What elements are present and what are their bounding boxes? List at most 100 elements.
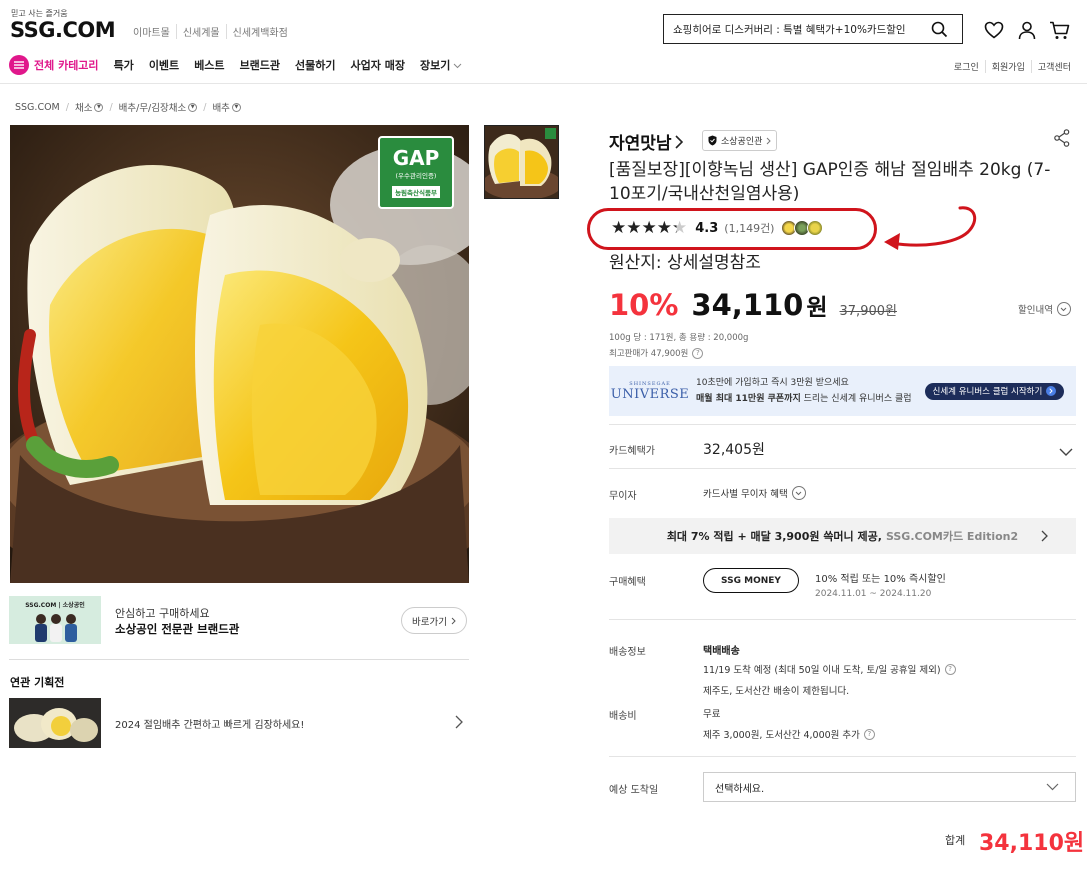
- user-icon: [1018, 21, 1036, 39]
- nav-item-brand[interactable]: 브랜드관: [240, 57, 280, 73]
- mypage-button[interactable]: [1016, 19, 1038, 41]
- chevron-right-icon: [674, 134, 683, 149]
- chevron-right-icon: [1041, 530, 1048, 542]
- all-category-button[interactable]: 전체 카테고리: [9, 55, 99, 75]
- util-links: 로그인 회원가입 고객센터: [948, 60, 1077, 73]
- nav-item-event[interactable]: 이벤트: [149, 57, 179, 73]
- signup-link[interactable]: 회원가입: [984, 60, 1031, 73]
- mall-link-department[interactable]: 신세계백화점: [225, 24, 294, 39]
- brand-name-link[interactable]: 자연맛남: [609, 129, 683, 154]
- breadcrumb-cabbage-radish[interactable]: 배추/무/김장채소 ▼: [119, 100, 198, 114]
- total-label: 합계: [945, 834, 966, 847]
- chevron-right-icon: [451, 617, 456, 624]
- original-price: 37,900원: [839, 304, 897, 319]
- header-divider: [0, 83, 1087, 84]
- ssg-money-button[interactable]: SSG MONEY: [703, 568, 799, 593]
- related-promo-arrow[interactable]: [455, 714, 463, 733]
- discount-rate: 10%: [609, 288, 679, 322]
- breadcrumb-cabbage[interactable]: 배추 ▼: [212, 100, 241, 114]
- universe-line2: 매월 최대 11만원 쿠폰까지 드리는 신세계 유니버스 클럽: [696, 391, 912, 407]
- cart-button[interactable]: [1048, 19, 1070, 41]
- banner-title: 소상공인 전문관 브랜드관: [115, 622, 240, 636]
- shipping-type: 택배배송: [703, 646, 740, 657]
- breadcrumb-cabbage-label: 배추: [212, 103, 230, 114]
- no-interest-button[interactable]: 카드사별 무이자 혜택: [703, 486, 806, 500]
- mall-links: 이마트몰 신세계몰 신세계백화점: [133, 24, 294, 39]
- chevron-right-icon: [1046, 386, 1057, 396]
- ssg-logo[interactable]: SSG.COM: [10, 18, 116, 42]
- mall-link-emart[interactable]: 이마트몰: [133, 24, 176, 39]
- nav-item-grocery-label: 장보기: [419, 59, 451, 72]
- chevron-down-icon: [1059, 448, 1073, 456]
- go-button-label: 바로가기: [412, 616, 447, 628]
- small-business-badge[interactable]: 소상공인관: [702, 130, 778, 151]
- product-main-image: GAP (우수관리인증) 농림축산식품부: [10, 125, 469, 583]
- gap-badge-org: 농림축산식품부: [392, 186, 440, 198]
- chevron-down-icon: [1046, 783, 1059, 791]
- chevron-down-icon: ▼: [188, 102, 198, 112]
- chevron-down-icon: ▼: [94, 102, 104, 112]
- customer-center-link[interactable]: 고객센터: [1030, 60, 1077, 73]
- go-to-brand-button[interactable]: 바로가기: [401, 607, 467, 634]
- arrival-date-select-value: 선택하세요.: [715, 783, 765, 795]
- universe-club-banner[interactable]: SHINSEGAE UNIVERSE 10초만에 가입하고 즉시 3만원 받으세…: [609, 366, 1076, 416]
- search-button[interactable]: [922, 15, 956, 43]
- discount-detail-button[interactable]: 할인내역: [1018, 302, 1071, 316]
- no-interest-label: 무이자: [609, 491, 637, 502]
- people-illustration-icon: [35, 614, 77, 642]
- arrival-date-select[interactable]: 선택하세요.: [703, 772, 1076, 802]
- main-nav: 전체 카테고리 특가 이벤트 베스트 브랜드관 선물하기 사업자 매장 장보기: [9, 54, 462, 76]
- related-promo-image[interactable]: [9, 698, 101, 748]
- nav-item-gift[interactable]: 선물하기: [295, 57, 335, 73]
- shipping-restriction: 제주도, 도서산간 배송이 제한됩니다.: [703, 686, 850, 697]
- wishlist-button[interactable]: [983, 19, 1005, 41]
- breadcrumb-home[interactable]: SSG.COM: [15, 102, 60, 113]
- no-interest-value: 카드사별 무이자 혜택: [703, 489, 788, 500]
- divider: [9, 659, 469, 660]
- sale-price: 34,110: [691, 288, 804, 322]
- mall-link-shinsegae[interactable]: 신세계몰: [175, 24, 226, 39]
- question-icon[interactable]: ?: [692, 347, 704, 359]
- breadcrumb-vegetable[interactable]: 채소 ▼: [75, 100, 104, 114]
- chevron-down-icon: ▼: [231, 102, 241, 112]
- universe-line1: 10초만에 가입하고 즉시 3만원 받으세요: [696, 378, 849, 388]
- nav-item-best[interactable]: 베스트: [194, 57, 224, 73]
- nav-item-grocery[interactable]: 장보기: [420, 57, 462, 73]
- max-price: 최고판매가 47,900원 ?: [609, 347, 704, 359]
- product-thumbnail[interactable]: [484, 125, 559, 199]
- share-button[interactable]: [1054, 129, 1070, 151]
- card-benefit-expand[interactable]: [1059, 442, 1073, 461]
- max-price-text: 최고판매가 47,900원: [609, 349, 689, 359]
- chevron-down-icon: [1056, 302, 1071, 316]
- card-benefit-price: 32,405원: [703, 442, 765, 458]
- brand-name: 자연맛남: [609, 134, 672, 154]
- price-unit: 원: [806, 295, 828, 321]
- universe-line2-bold: 매월 최대 11만원 쿠폰까지: [696, 394, 801, 404]
- question-icon[interactable]: ?: [944, 663, 956, 675]
- breadcrumb-cabbage-radish-label: 배추/무/김장채소: [118, 103, 187, 114]
- nav-item-deal[interactable]: 특가: [114, 57, 134, 73]
- cart-icon: [1049, 21, 1069, 39]
- breadcrumb: SSG.COM / 채소 ▼ / 배추/무/김장채소 ▼ / 배추 ▼: [15, 100, 241, 114]
- shipping-fee-extra-text: 제주 3,000원, 도서산간 4,000원 추가: [703, 730, 860, 741]
- login-link[interactable]: 로그인: [948, 60, 985, 73]
- nav-item-business[interactable]: 사업자 매장: [351, 57, 405, 73]
- shipping-eta-text: 11/19 도착 예정 (최대 50일 이내 도착, 토/일 공휴일 제외): [703, 665, 941, 676]
- search-input[interactable]: [664, 23, 922, 35]
- banner-subtitle: 안심하고 구매하세요: [115, 607, 210, 620]
- unit-price: 100g 당 : 171원, 총 용량 : 20,000g: [609, 333, 749, 343]
- shipping-info-label: 배송정보: [609, 647, 646, 658]
- question-icon[interactable]: ?: [863, 728, 875, 740]
- divider: [609, 424, 1076, 425]
- universe-start-button[interactable]: 신세계 유니버스 클럽 시작하기: [924, 382, 1065, 400]
- related-promo-title: 연관 기획전: [10, 676, 65, 689]
- small-business-banner-image[interactable]: SSG.COM | 소상공인: [9, 596, 101, 644]
- purchase-benefit-text: 10% 적립 또는 10% 즉시할인: [815, 574, 946, 585]
- total-price: 34,110원: [979, 831, 1085, 856]
- universe-logo: SHINSEGAE UNIVERSE: [609, 381, 691, 402]
- share-icon: [1054, 129, 1070, 147]
- chevron-right-icon: [767, 137, 772, 144]
- chevron-down-icon: [791, 486, 806, 500]
- ssg-card-promo[interactable]: 최대 7% 적립 + 매달 3,900원 쓱머니 제공, SSG.COM카드 E…: [609, 518, 1076, 554]
- related-promo-text[interactable]: 2024 절임배추 간편하고 빠르게 김장하세요!: [115, 716, 304, 731]
